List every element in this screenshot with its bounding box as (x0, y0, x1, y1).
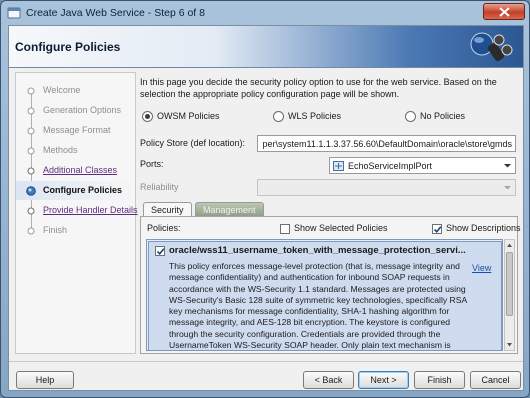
policy-store-label: Policy Store (def location): (140, 138, 246, 148)
step-done-icon (27, 87, 35, 95)
radio-label: WLS Policies (288, 111, 342, 121)
title-bar[interactable]: Create Java Web Service - Step 6 of 8 (1, 1, 529, 25)
header-graphic-icon (470, 32, 513, 62)
step-finish[interactable]: Finish (16, 221, 135, 240)
step-welcome[interactable]: Welcome (16, 81, 135, 100)
step-label: Configure Policies (43, 185, 123, 195)
help-button[interactable]: Help (16, 371, 74, 389)
step-label: Welcome (43, 85, 81, 95)
policies-list: oracle/wss11_username_token_with_message… (146, 239, 503, 351)
close-icon (499, 7, 510, 17)
step-done-icon (27, 127, 35, 135)
policy-name: oracle/wss11_username_token_with_message… (169, 245, 466, 256)
finish-button[interactable]: Finish (414, 371, 465, 389)
step-message-format[interactable]: Message Format (16, 121, 135, 140)
security-tab-panel: Policies: Show Selected Policies Show De… (140, 216, 521, 354)
cancel-button[interactable]: Cancel (470, 371, 521, 389)
step-current-icon (26, 186, 36, 196)
view-policy-link[interactable]: View (472, 263, 491, 273)
step-additional-classes[interactable]: Additional Classes (16, 161, 135, 180)
intro-text: In this page you decide the security pol… (140, 77, 497, 99)
tab-security[interactable]: Security (143, 202, 192, 217)
service-port-icon (333, 161, 344, 171)
chevron-down-icon (504, 164, 511, 168)
chevron-down-icon (504, 186, 511, 190)
dialog-window: Create Java Web Service - Step 6 of 8 Co… (0, 0, 530, 398)
window-title: Create Java Web Service - Step 6 of 8 (26, 7, 205, 19)
page-header: Configure Policies (9, 26, 523, 68)
step-label: Finish (43, 225, 68, 235)
ports-label: Ports: (140, 159, 164, 169)
show-selected-policies-label: Show Selected Policies (294, 223, 388, 233)
step-done-icon (27, 107, 35, 115)
wizard-steps-panel: Welcome Generation Options Message Forma… (15, 72, 138, 354)
page-title: Configure Policies (15, 40, 121, 54)
policy-store-value: per\system11.1.1.3.37.56.60\DefaultDomai… (262, 139, 512, 149)
back-button[interactable]: < Back (303, 371, 354, 389)
step-future-icon (27, 227, 35, 235)
policies-scrollbar[interactable] (504, 239, 515, 351)
policy-store-field[interactable]: per\system11.1.1.3.37.56.60\DefaultDomai… (257, 135, 516, 152)
step-label: Additional Classes (43, 165, 118, 175)
show-descriptions-label: Show Descriptions (446, 223, 521, 233)
ports-value: EchoServiceImplPort (348, 161, 433, 171)
step-label: Message Format (43, 125, 111, 135)
checkmark-icon (156, 248, 165, 256)
step-label: Generation Options (43, 105, 122, 115)
checkmark-icon (433, 226, 442, 234)
step-label: Methods (43, 145, 78, 155)
tab-management[interactable]: Management (195, 202, 264, 217)
show-descriptions-checkbox[interactable] (432, 224, 442, 234)
reliability-label: Reliability (140, 182, 179, 192)
policy-description: This policy enforces message-level prote… (169, 261, 467, 351)
scroll-down-icon[interactable] (506, 340, 513, 349)
step-provide-handler-details[interactable]: Provide Handler Details (16, 201, 138, 220)
step-generation-options[interactable]: Generation Options (16, 101, 135, 120)
next-button[interactable]: Next > (358, 371, 409, 389)
scrollbar-thumb[interactable] (506, 252, 513, 316)
policies-label: Policies: (147, 223, 181, 233)
ports-dropdown[interactable]: EchoServiceImplPort (329, 157, 516, 174)
radio-unselected-icon (273, 111, 284, 122)
step-done-icon (27, 147, 35, 155)
step-methods[interactable]: Methods (16, 141, 135, 160)
step-link-icon (27, 167, 35, 175)
step-link-icon (27, 207, 35, 215)
list-item[interactable]: oracle/wss11_username_token_with_message… (148, 241, 502, 351)
app-icon (7, 6, 21, 20)
radio-unselected-icon (405, 111, 416, 122)
scroll-up-icon[interactable] (506, 241, 513, 250)
show-selected-policies-checkbox[interactable] (280, 224, 290, 234)
radio-label: OWSM Policies (157, 111, 220, 121)
radio-selected-icon (142, 111, 153, 122)
dialog-content: Configure Policies Welcome Generation Op… (8, 25, 524, 391)
policy-checkbox[interactable] (155, 246, 165, 256)
step-configure-policies[interactable]: Configure Policies (16, 181, 135, 200)
footer-divider (9, 361, 523, 362)
step-label: Provide Handler Details (43, 205, 138, 215)
reliability-dropdown[interactable] (257, 179, 516, 196)
radio-label: No Policies (420, 111, 466, 121)
close-button[interactable] (483, 3, 525, 20)
